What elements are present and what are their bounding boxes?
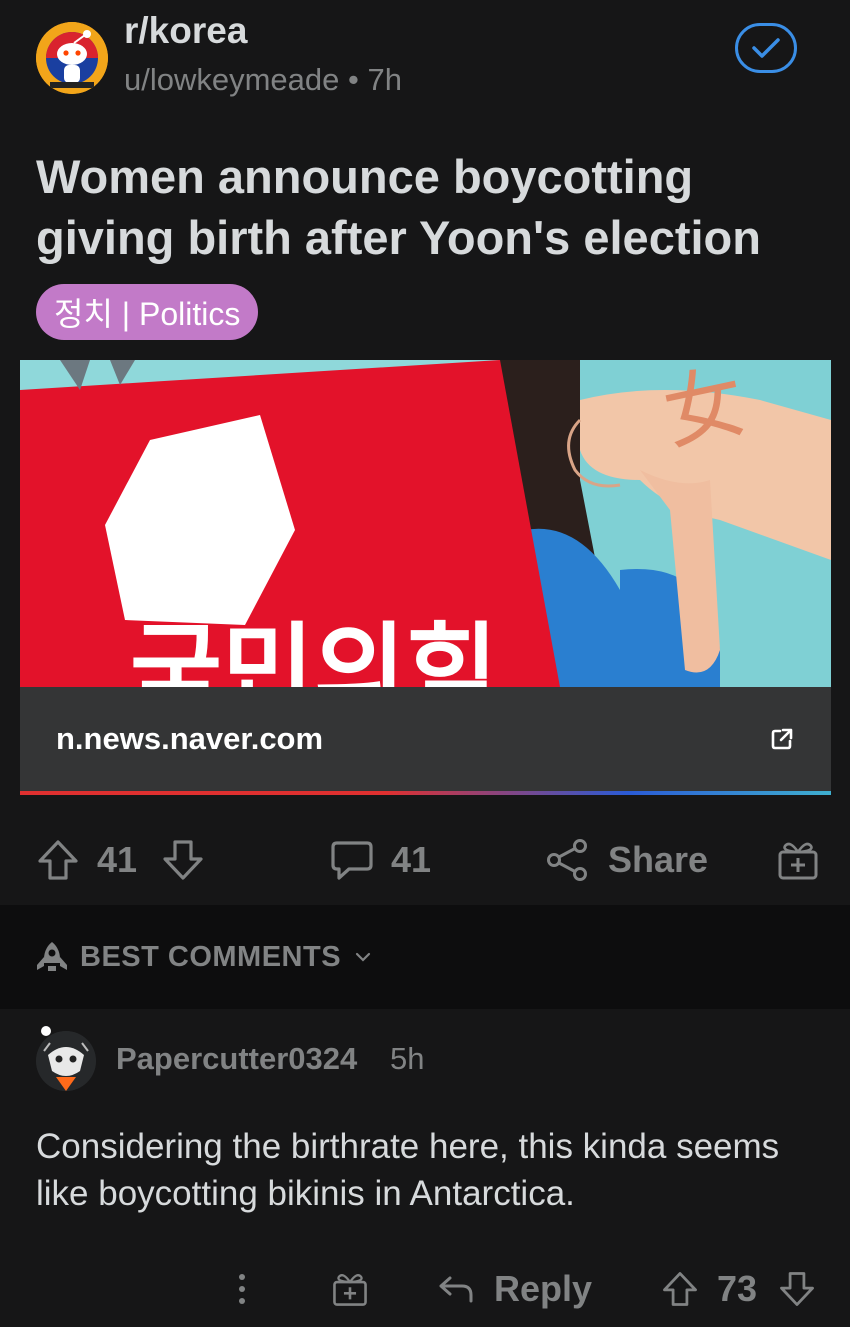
comment-author[interactable]: Papercutter0324 xyxy=(116,1041,357,1077)
post-age: 7h xyxy=(367,62,402,97)
link-thumbnail[interactable]: 女 국민의힘 xyxy=(20,360,831,729)
comment-downvote-button[interactable] xyxy=(778,1254,816,1324)
reply-button[interactable]: Reply xyxy=(438,1254,592,1324)
external-link-icon xyxy=(771,728,793,750)
comment-action-bar: Reply 73 xyxy=(0,1254,850,1324)
award-icon xyxy=(778,842,818,880)
comment-sort-bar[interactable]: BEST COMMENTS xyxy=(0,905,850,1009)
thumbnail-banner-text: 국민의힘 xyxy=(130,612,498,687)
link-domain[interactable]: n.news.naver.com xyxy=(56,721,323,757)
post-author[interactable]: u/lowkeymeade xyxy=(124,62,339,97)
reply-icon xyxy=(439,1276,473,1303)
post-meta: u/lowkeymeade • 7h xyxy=(124,62,402,98)
share-icon xyxy=(547,839,587,881)
subreddit-avatar-icon[interactable] xyxy=(36,22,108,94)
subreddit-name[interactable]: r/korea xyxy=(124,10,247,52)
comment-upvote-button[interactable] xyxy=(661,1254,699,1324)
comment-age: 5h xyxy=(390,1041,425,1076)
snoo-antenna-icon xyxy=(41,1026,51,1036)
downvote-icon xyxy=(163,840,203,880)
post-title[interactable]: Women announce boycotting giving birth a… xyxy=(36,146,826,268)
more-icon xyxy=(239,1274,245,1304)
comment-count: 41 xyxy=(391,839,432,880)
joined-check-button[interactable] xyxy=(735,23,797,73)
check-icon xyxy=(752,38,780,58)
share-label: Share xyxy=(608,839,709,880)
comment-icon xyxy=(331,841,373,880)
post-action-bar: 41 41 Share xyxy=(0,815,850,905)
link-domain-bar[interactable]: n.news.naver.com xyxy=(20,687,831,791)
meta-separator: • xyxy=(348,62,359,97)
share-button[interactable]: Share xyxy=(546,815,708,905)
upvote-button[interactable] xyxy=(36,815,80,905)
comment-body: Considering the birthrate here, this kin… xyxy=(36,1127,780,1213)
post-score: 41 xyxy=(97,839,138,880)
comment: Papercutter0324 5h Considering the birth… xyxy=(0,1009,850,1327)
award-button[interactable] xyxy=(776,815,820,905)
commenter-avatar[interactable] xyxy=(36,1031,96,1091)
post-header: r/korea u/lowkeymeade • 7h xyxy=(0,0,850,120)
comment-award-button[interactable] xyxy=(331,1254,369,1324)
downvote-button[interactable] xyxy=(161,815,205,905)
comments-button[interactable]: 41 xyxy=(329,815,431,905)
downvote-icon xyxy=(780,1272,814,1306)
award-icon xyxy=(333,1274,367,1306)
upvote-icon xyxy=(38,840,78,880)
upvote-icon xyxy=(663,1272,697,1306)
link-preview-card[interactable]: 女 국민의힘 n.news.naver.com xyxy=(20,360,831,795)
chevron-down-icon xyxy=(355,952,371,962)
sort-label[interactable]: BEST COMMENTS xyxy=(80,941,341,974)
link-card-strip xyxy=(20,791,831,795)
comment-score: 73 xyxy=(717,1268,758,1309)
reply-label: Reply xyxy=(494,1268,593,1309)
more-options-button[interactable] xyxy=(234,1254,250,1324)
rocket-icon xyxy=(37,942,67,971)
post-flair[interactable]: 정치 | Politics xyxy=(36,284,259,340)
